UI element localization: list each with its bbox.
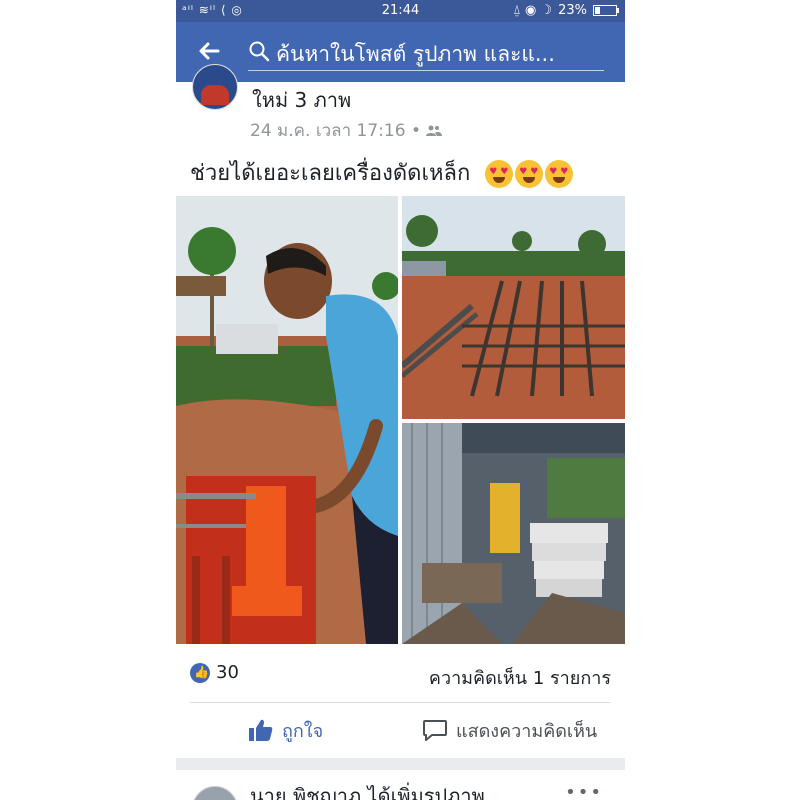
comment-button[interactable]: แสดงความคิดเห็น xyxy=(422,712,597,748)
comment-count[interactable]: ความคิดเห็น 1 รายการ xyxy=(429,663,611,692)
heart-eyes-emoji-icon: ♥ ♥ xyxy=(545,160,574,188)
emoji-row: ♥ ♥ ♥ ♥ ♥ ♥ xyxy=(485,160,574,188)
phone-screen: ᵃᴵˡ ≋ᴵˡ ⟨ ◎ 21:44 ⍙ ◉ ☽ 23% ค้นหาในโพสต์… xyxy=(176,0,625,800)
back-arrow-icon[interactable] xyxy=(196,36,222,66)
battery-percent: 23% xyxy=(558,3,587,18)
post-title[interactable]: ใหม่ 3 ภาพ xyxy=(252,84,351,116)
post-timestamp[interactable]: 24 ม.ค. เวลา 17:16 • xyxy=(250,117,421,144)
heart-eyes-emoji-icon: ♥ ♥ xyxy=(485,160,514,188)
avatar-figure xyxy=(201,85,229,105)
reactions-summary[interactable]: 👍 30 xyxy=(190,662,239,683)
search-header: ค้นหาในโพสต์ รูปภาพ และแ... xyxy=(176,22,625,82)
post-photo-3[interactable] xyxy=(402,423,625,644)
search-underline xyxy=(248,70,604,71)
post-photo-2[interactable] xyxy=(402,196,625,419)
search-icon xyxy=(249,41,270,62)
post-text: ช่วยได้เยอะเลยเครื่องดัดเหล็ก ♥ ♥ ♥ ♥ ♥ ♥ xyxy=(190,155,574,190)
post-message: ช่วยได้เยอะเลยเครื่องดัดเหล็ก xyxy=(190,161,471,186)
avatar[interactable] xyxy=(192,64,238,110)
status-bar: ᵃᴵˡ ≋ᴵˡ ⟨ ◎ 21:44 ⍙ ◉ ☽ 23% xyxy=(176,0,625,22)
more-options-icon[interactable]: ••• xyxy=(565,782,603,800)
comment-button-label: แสดงความคิดเห็น xyxy=(456,720,598,742)
next-post-avatar[interactable] xyxy=(192,786,238,800)
like-badge-icon: 👍 xyxy=(190,662,210,683)
feed-separator xyxy=(176,758,625,770)
status-right: ⍙ ◉ ☽ 23% xyxy=(513,3,619,18)
battery-icon xyxy=(593,5,619,16)
next-post-header[interactable]: นาย พิชญาภ ได้เพิ่มรูปภาพ xyxy=(250,780,485,800)
friends-audience-icon xyxy=(425,125,442,136)
post-photo-1[interactable] xyxy=(176,196,398,644)
like-count: 30 xyxy=(216,662,239,683)
post-meta: 24 ม.ค. เวลา 17:16 • xyxy=(250,117,442,144)
divider xyxy=(190,702,611,703)
thumbs-up-icon xyxy=(249,719,273,741)
comment-bubble-icon xyxy=(423,720,447,741)
like-button-label: ถูกใจ xyxy=(282,720,324,742)
like-button[interactable]: ถูกใจ xyxy=(248,712,323,748)
status-icons: ⍙ ◉ ☽ xyxy=(513,3,553,18)
search-input[interactable]: ค้นหาในโพสต์ รูปภาพ และแ... xyxy=(276,38,596,71)
heart-eyes-emoji-icon: ♥ ♥ xyxy=(515,160,544,188)
